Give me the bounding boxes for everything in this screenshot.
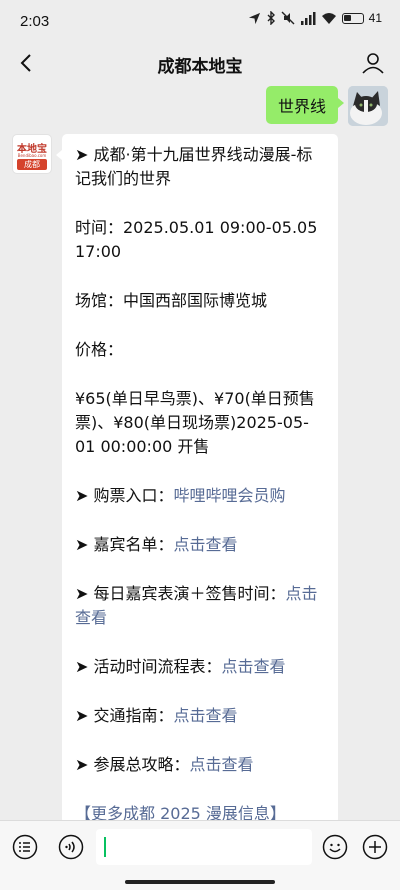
chat-title: 成都本地宝 — [157, 57, 243, 77]
status-icons: 41 — [248, 11, 382, 25]
avatar-logo-sub: Bendibao.com — [17, 153, 47, 158]
signal-icon — [300, 11, 316, 25]
traffic-guide: ➤ 交通指南：点击查看 — [75, 704, 325, 728]
status-time: 2:03 — [20, 13, 50, 30]
emoji-icon[interactable] — [322, 834, 348, 860]
schedule-label: ➤ 活动时间流程表： — [75, 657, 222, 676]
plus-icon[interactable] — [362, 834, 388, 860]
nav-bar: 成都本地宝 — [0, 44, 400, 84]
guide-link[interactable]: 点击查看 — [190, 755, 254, 774]
mute-icon — [281, 11, 295, 25]
profile-icon[interactable] — [360, 50, 386, 76]
event-venue: 场馆：中国西部国际博览城 — [75, 291, 268, 310]
traffic-link[interactable]: 点击查看 — [174, 706, 238, 725]
price-details: ¥65(单日早鸟票)、¥70(单日预售票)、¥80(单日现场票)2025-05-… — [75, 389, 315, 456]
expo-guide: ➤ 参展总攻略：点击查看 — [75, 753, 325, 777]
user-avatar[interactable] — [348, 86, 388, 126]
event-title: ➤ 成都·第十九届世界线动漫展-标记我们的世界 — [75, 145, 313, 188]
menu-icon[interactable] — [12, 834, 38, 860]
sent-bubble[interactable]: 世界线 — [265, 86, 345, 124]
daily-label: ➤ 每日嘉宾表演＋签售时间： — [75, 584, 286, 603]
guest-link[interactable]: 点击查看 — [174, 535, 238, 554]
guest-label: ➤ 嘉宾名单： — [75, 535, 174, 554]
message-content: ➤ 成都·第十九届世界线动漫展-标记我们的世界 时间：2025.05.01 09… — [62, 134, 338, 824]
voice-icon[interactable] — [58, 834, 84, 860]
event-time: 时间：2025.05.01 09:00-05.05 17:00 — [75, 218, 318, 261]
input-bar — [0, 820, 400, 890]
home-indicator[interactable] — [125, 880, 275, 884]
received-message[interactable]: ➤ 成都·第十九届世界线动漫展-标记我们的世界 时间：2025.05.01 09… — [62, 134, 338, 824]
price-label: 价格： — [75, 340, 124, 359]
sent-message: 世界线 — [265, 86, 388, 126]
message-input[interactable] — [96, 829, 312, 865]
cat-photo-icon — [348, 86, 388, 126]
traffic-label: ➤ 交通指南： — [75, 706, 174, 725]
daily-guests: ➤ 每日嘉宾表演＋签售时间：点击查看 — [75, 582, 325, 630]
ticket-link[interactable]: 哔哩哔哩会员购 — [174, 486, 286, 505]
status-bar: 2:03 41 — [0, 0, 400, 44]
text-caret — [104, 837, 106, 857]
location-icon — [248, 12, 260, 24]
guide-label: ➤ 参展总攻略： — [75, 755, 190, 774]
schedule: ➤ 活动时间流程表：点击查看 — [75, 655, 325, 679]
bluetooth-icon — [267, 11, 275, 25]
battery-percent: 41 — [368, 11, 382, 25]
avatar-city: 成都 — [17, 159, 47, 170]
guest-list: ➤ 嘉宾名单：点击查看 — [75, 533, 325, 557]
ticket-label: ➤ 购票入口： — [75, 486, 174, 505]
wifi-icon — [321, 12, 336, 24]
battery-icon — [341, 12, 364, 24]
schedule-link[interactable]: 点击查看 — [222, 657, 286, 676]
ticket-entry: ➤ 购票入口：哔哩哔哩会员购 — [75, 484, 325, 508]
bendibao-avatar[interactable]: 本地宝 Bendibao.com 成都 — [12, 134, 52, 174]
